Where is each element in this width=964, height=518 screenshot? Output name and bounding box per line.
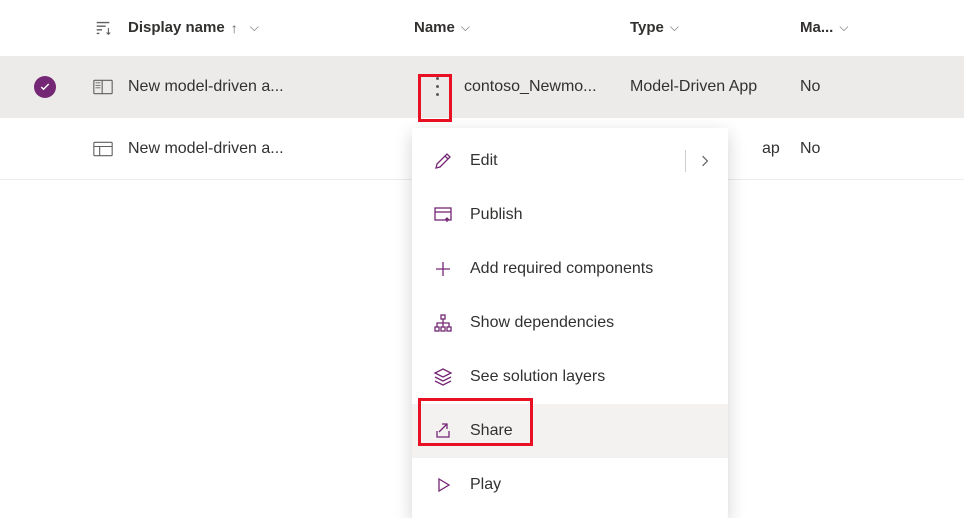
edit-icon [430, 148, 456, 174]
submenu-indicator[interactable] [685, 150, 710, 172]
list-sort-icon [94, 19, 112, 37]
row-check[interactable] [34, 76, 78, 98]
plus-icon [430, 256, 456, 282]
menu-item-edit[interactable]: Edit [412, 134, 728, 188]
sort-ascending-icon: ↑ [231, 20, 238, 36]
row-display-name: New model-driven a... [128, 78, 414, 96]
col-header-name[interactable]: Name ⌵ [414, 19, 630, 36]
checked-icon [34, 76, 56, 98]
menu-item-share[interactable]: Share [412, 404, 728, 458]
chevron-down-icon: ⌵ [461, 20, 470, 35]
row-type: Model-Driven App [630, 78, 800, 96]
managed-label: Ma... [800, 19, 833, 36]
dependencies-icon [430, 310, 456, 336]
menu-item-show-dependencies[interactable]: Show dependencies [412, 296, 728, 350]
share-icon [430, 418, 456, 444]
chevron-down-icon: ⌵ [670, 20, 679, 35]
display-name-label: Display name [128, 19, 225, 36]
name-label: Name [414, 19, 455, 36]
publish-icon [430, 202, 456, 228]
table-header: Display name ↑ ⌵ Name ⌵ Type ⌵ Ma... ⌵ [0, 0, 964, 56]
row-type-icon [78, 79, 128, 95]
menu-item-publish[interactable]: Publish [412, 188, 728, 242]
type-label: Type [630, 19, 664, 36]
table-row[interactable]: New model-driven a... contoso_Newmo... M… [0, 56, 964, 118]
row-managed: No [800, 78, 884, 96]
more-actions-button[interactable] [424, 67, 450, 107]
col-header-type[interactable]: Type ⌵ [630, 19, 800, 36]
row-managed: No [800, 140, 884, 158]
chevron-down-icon: ⌵ [839, 20, 848, 35]
chevron-right-icon [700, 153, 710, 169]
sort-icon-col[interactable] [78, 19, 128, 37]
col-header-managed[interactable]: Ma... ⌵ [800, 19, 884, 36]
menu-item-play[interactable]: Play [412, 458, 728, 512]
row-type-icon [78, 141, 128, 157]
play-icon [430, 472, 456, 498]
layers-icon [430, 364, 456, 390]
row-display-name: New model-driven a... [128, 140, 414, 158]
chevron-down-icon: ⌵ [250, 20, 259, 35]
context-menu: Edit Publish Add required components Sho… [412, 128, 728, 518]
col-header-display-name[interactable]: Display name ↑ ⌵ [128, 19, 414, 36]
menu-item-solution-layers[interactable]: See solution layers [412, 350, 728, 404]
menu-item-add-required[interactable]: Add required components [412, 242, 728, 296]
